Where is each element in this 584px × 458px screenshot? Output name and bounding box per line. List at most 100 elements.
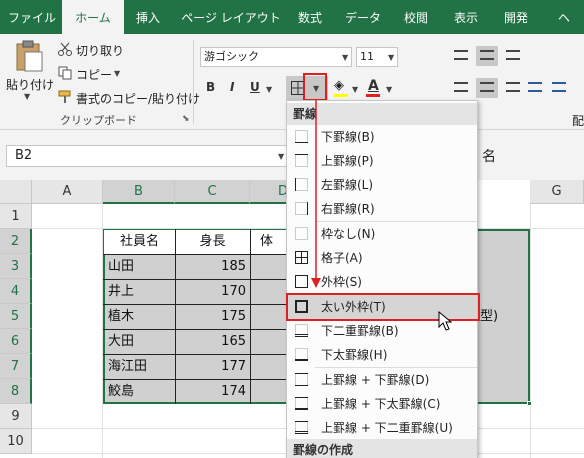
fill-handle[interactable]: [527, 401, 532, 406]
chevron-down-icon[interactable]: ▼: [266, 85, 272, 94]
tab-page-layout[interactable]: ページ レイアウト: [176, 0, 286, 34]
border-menu-item[interactable]: 下太罫線(H): [287, 343, 477, 367]
row-header[interactable]: 5: [0, 304, 32, 329]
border-menu-item-label: 下太罫線(H): [321, 348, 388, 362]
table-cell[interactable]: 山田: [108, 254, 134, 279]
scissors-icon: [58, 42, 72, 56]
name-box[interactable]: B2: [6, 145, 288, 167]
border-menu-item[interactable]: 上罫線 + 下二重罫線(U): [287, 416, 477, 440]
menu-section-header: 罫線の作成: [287, 439, 477, 458]
table-header-cell[interactable]: 社員名: [104, 229, 175, 254]
chevron-down-icon[interactable]: ▼: [388, 53, 394, 62]
paste-button[interactable]: 貼り付け ▼: [6, 40, 54, 102]
border-top-icon: [295, 154, 308, 167]
border-menu-item-label: 右罫線(R): [321, 202, 375, 216]
align-center-icon[interactable]: [476, 78, 498, 98]
outside-borders-icon: [295, 275, 308, 288]
bold-button[interactable]: B: [206, 80, 215, 94]
table-cell[interactable]: 鮫島: [108, 379, 134, 404]
border-menu-item-label: 格子(A): [321, 251, 363, 265]
column-header[interactable]: B: [103, 180, 175, 204]
align-bottom-icon[interactable]: [506, 50, 520, 60]
no-border-icon: [295, 227, 308, 240]
tab-developer[interactable]: 開発: [496, 0, 536, 34]
decrease-indent-icon[interactable]: [528, 82, 542, 92]
align-right-icon[interactable]: [506, 82, 520, 92]
italic-button[interactable]: I: [230, 80, 234, 94]
clipboard-icon: [16, 40, 43, 72]
copy-button[interactable]: コピー ▼: [58, 64, 138, 84]
table-header-cell[interactable]: 体: [260, 229, 273, 254]
underline-button[interactable]: U: [250, 80, 260, 94]
tab-insert[interactable]: 挿入: [128, 0, 168, 34]
border-menu-item-label: 枠なし(N): [321, 227, 376, 241]
tab-help[interactable]: ヘ: [552, 0, 576, 34]
row-header[interactable]: 4: [0, 279, 32, 304]
chevron-down-icon[interactable]: ▼: [278, 152, 284, 161]
chevron-down-icon[interactable]: ▼: [352, 85, 358, 94]
tab-file[interactable]: ファイル: [6, 0, 58, 34]
chevron-down-icon: ▼: [24, 92, 31, 101]
border-menu-item[interactable]: 上罫線 + 下罫線(D): [287, 368, 477, 392]
font-color-button[interactable]: A: [368, 78, 379, 94]
fill-color-icon[interactable]: ◈: [334, 78, 344, 93]
table-cell[interactable]: 177: [176, 354, 246, 379]
row-header[interactable]: 8: [0, 379, 32, 404]
table-cell[interactable]: 165: [176, 329, 246, 354]
align-middle-icon[interactable]: [476, 46, 498, 66]
chevron-down-icon: ▼: [114, 69, 121, 78]
border-menu-item-label: 下罫線(B): [321, 130, 375, 144]
tab-view[interactable]: 表示: [446, 0, 486, 34]
top-bottom-border-icon: [295, 373, 308, 386]
row-header[interactable]: 7: [0, 354, 32, 379]
column-header[interactable]: C: [175, 180, 250, 204]
font-name-field[interactable]: 游ゴシック: [200, 47, 352, 67]
column-header[interactable]: D: [250, 180, 288, 204]
table-cell[interactable]: 174: [176, 379, 246, 404]
table-cell[interactable]: 170: [176, 279, 246, 304]
chevron-down-icon[interactable]: ▼: [386, 85, 392, 94]
increase-indent-icon[interactable]: [552, 82, 566, 92]
all-borders-icon: [295, 251, 308, 264]
row-header[interactable]: 2: [0, 229, 32, 254]
column-header[interactable]: G: [530, 180, 584, 204]
border-menu-item-label: 上罫線 + 下二重罫線(U): [321, 421, 453, 435]
tab-data[interactable]: データ: [338, 0, 388, 34]
format-painter-label: 書式のコピー/貼り付け: [76, 92, 201, 106]
table-cell[interactable]: 185: [176, 254, 246, 279]
table-cell[interactable]: 植木: [108, 304, 134, 329]
border-menu-item-label: 上罫線 + 下太罫線(C): [321, 397, 441, 411]
dialog-launcher-icon[interactable]: ⬊: [182, 114, 190, 124]
row-header[interactable]: 3: [0, 254, 32, 279]
row-header[interactable]: 10: [0, 429, 32, 454]
row-header[interactable]: 6: [0, 329, 32, 354]
clipboard-group-label: クリップボード: [60, 114, 137, 127]
format-painter-button[interactable]: 書式のコピー/貼り付け: [58, 88, 200, 108]
border-menu-item-label: 下二重罫線(B): [321, 324, 399, 338]
table-cell[interactable]: 海江田: [108, 354, 147, 379]
align-left-icon[interactable]: [454, 82, 468, 92]
top-thick-bottom-border-icon: [295, 397, 308, 410]
top-double-bottom-border-icon: [295, 421, 308, 434]
border-menu-item-label: 外枠(S): [321, 275, 362, 289]
table-border: [250, 229, 251, 404]
gridline: [530, 204, 531, 458]
align-top-icon[interactable]: [454, 50, 468, 60]
copy-icon: [58, 66, 72, 80]
row-header[interactable]: 1: [0, 204, 32, 229]
select-all-corner[interactable]: [0, 180, 32, 204]
table-cell[interactable]: 大田: [108, 329, 134, 354]
tab-formulas[interactable]: 数式: [290, 0, 330, 34]
table-header-cell[interactable]: 身長: [175, 229, 250, 254]
table-cell[interactable]: 井上: [108, 279, 134, 304]
border-menu-item[interactable]: 上罫線 + 下太罫線(C): [287, 392, 477, 416]
cut-button[interactable]: 切り取り: [58, 40, 138, 60]
border-right-icon: [295, 202, 308, 215]
column-header[interactable]: A: [32, 180, 103, 204]
row-header[interactable]: 9: [0, 404, 32, 429]
tab-home[interactable]: ホーム: [62, 0, 124, 34]
table-cell[interactable]: 175: [176, 304, 246, 329]
annotation-arrow: [311, 100, 321, 288]
chevron-down-icon[interactable]: ▼: [342, 53, 348, 62]
tab-review[interactable]: 校閲: [396, 0, 436, 34]
